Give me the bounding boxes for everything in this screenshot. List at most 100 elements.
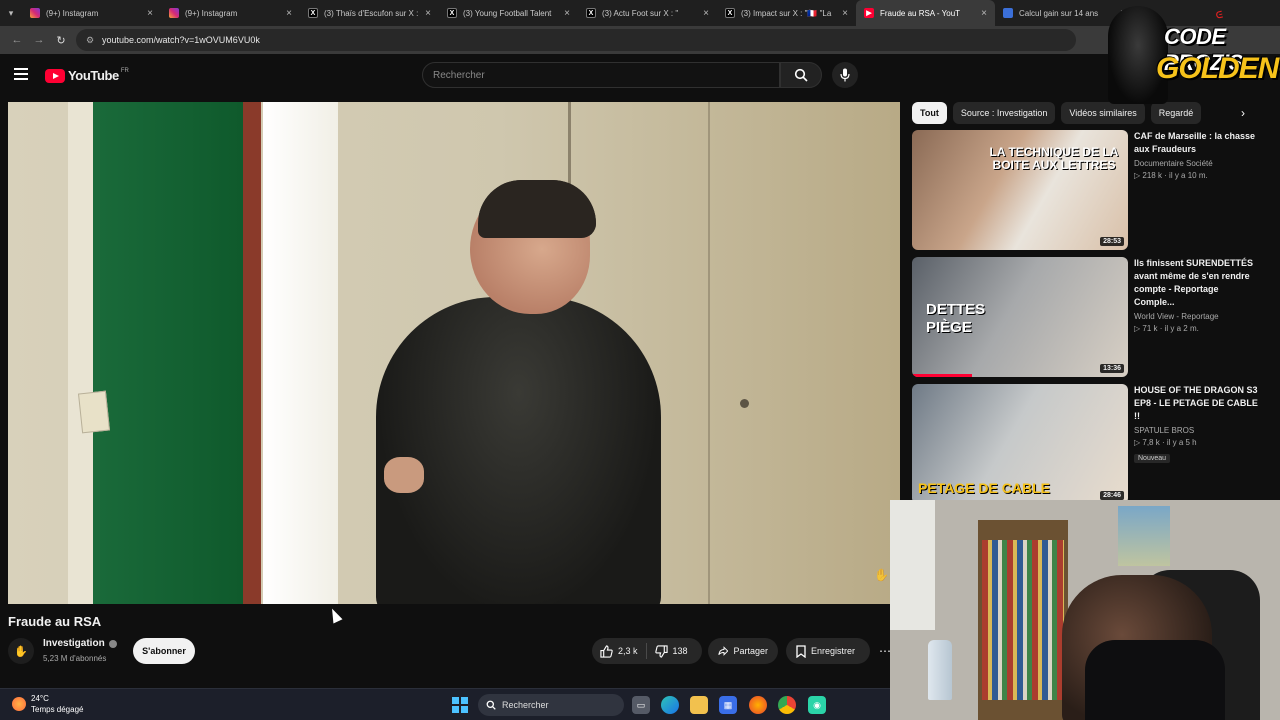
youtube-header: YouTube FR Rechercher	[0, 54, 1280, 98]
microphone-icon	[840, 68, 850, 82]
edge-icon[interactable]	[661, 696, 679, 714]
tab-title: (9+) Instagram	[46, 8, 99, 18]
tab-search-button[interactable]: ▾	[0, 0, 22, 26]
firefox-icon[interactable]	[749, 696, 767, 714]
url-text: youtube.com/watch?v=1wOVUM6VU0k	[102, 35, 260, 45]
browser-tab[interactable]: X (3) Young Football Talent ×	[439, 0, 578, 26]
like-dislike-group: 2,3 k 138	[592, 638, 702, 664]
address-bar: ← → ↻ ⚙ youtube.com/watch?v=1wOVUM6VU0k	[0, 26, 1280, 54]
browser-tab[interactable]: X (3) Impact sur X : "🇫🇷 "La ×	[717, 0, 856, 26]
filter-chips: Tout Source : Investigation Vidéos similai…	[912, 102, 1257, 124]
windows-start-icon[interactable]	[452, 697, 468, 713]
recommended-video[interactable]: DETTES PIÈGE 13:36 Ils finissent SURENDETT…	[912, 257, 1257, 377]
close-tab-icon[interactable]: ×	[981, 8, 987, 19]
thumbnail-text: PETAGE DE CABLE	[918, 480, 1050, 496]
search-icon	[794, 68, 808, 82]
like-count: 2,3 k	[618, 646, 638, 656]
channel-name[interactable]: Documentaire Société	[1134, 159, 1259, 168]
light-switch	[77, 390, 111, 434]
close-tab-icon[interactable]: ×	[703, 8, 709, 19]
search-button[interactable]	[780, 62, 822, 88]
recommended-video[interactable]: PETAGE DE CABLE 28:46 HOUSE OF THE DRAGON …	[912, 384, 1259, 504]
brand-overlay: CODE PROZIS GOLDENG ᕮ	[1108, 6, 1280, 104]
browser-tab-strip: ▾ (9+) Instagram × (9+) Instagram × X (3) Tha…	[0, 0, 1280, 26]
forward-button[interactable]: →	[28, 29, 50, 51]
close-tab-icon[interactable]: ×	[564, 8, 570, 19]
tab-title: (3) Impact sur X : "🇫🇷 "La	[741, 8, 832, 18]
app-icon[interactable]: ◉	[808, 696, 826, 714]
search-input[interactable]: Rechercher	[422, 62, 780, 88]
search-icon	[486, 700, 496, 710]
video-meta: Ils finissent SURENDETTÉS avant même de …	[1134, 257, 1259, 333]
channel-name-text: Investigation	[43, 638, 105, 649]
chips-next-icon[interactable]: ›	[1232, 102, 1254, 124]
tab-title: (3) Thaïs d'Escufon sur X :	[324, 8, 419, 18]
share-label: Partager	[733, 646, 768, 656]
weather-widget[interactable]: 24°C Temps dégagé	[12, 693, 83, 715]
channel-avatar[interactable]: ✋	[8, 638, 34, 664]
channel-name[interactable]: Investigation	[43, 638, 117, 649]
filter-chip[interactable]: Vidéos similaires	[1061, 102, 1145, 124]
like-button[interactable]: 2,3 k	[592, 638, 646, 664]
video-stats: ▷ 71 k · il y a 2 m.	[1134, 324, 1199, 333]
tab-title: Calcul gain sur 14 ans	[1019, 8, 1099, 18]
channel-name[interactable]: World View - Reportage	[1134, 312, 1259, 321]
filter-chip[interactable]: Source : Investigation	[952, 102, 1056, 124]
youtube-logo[interactable]: YouTube FR	[45, 68, 129, 83]
browser-tab[interactable]: X (3) Actu Foot sur X : " ×	[578, 0, 717, 26]
thumbnail-text: LA TECHNIQUE DE LA BOITE AUX LETTRES	[989, 145, 1119, 172]
taskbar-search-label: Rechercher	[502, 700, 549, 710]
channel-name[interactable]: SPATULE BROS	[1134, 426, 1259, 435]
reload-button[interactable]: ↻	[50, 29, 72, 51]
video-title[interactable]: CAF de Marseille : la chasse aux Fraudeu…	[1134, 130, 1259, 156]
share-icon	[718, 646, 729, 656]
video-thumbnail[interactable]: LA TECHNIQUE DE LA BOITE AUX LETTRES 28:5…	[912, 130, 1128, 250]
browser-tab[interactable]: (9+) Instagram ×	[22, 0, 161, 26]
url-field[interactable]: ⚙ youtube.com/watch?v=1wOVUM6VU0k	[76, 29, 1076, 51]
close-tab-icon[interactable]: ×	[425, 8, 431, 19]
thumbnail-text: DETTES PIÈGE	[926, 301, 986, 336]
close-tab-icon[interactable]: ×	[842, 8, 848, 19]
menu-icon[interactable]	[14, 68, 28, 80]
tab-title: (9+) Instagram	[185, 8, 238, 18]
tab-title: Fraude au RSA - YouT	[880, 8, 961, 18]
filter-chip[interactable]: Tout	[912, 102, 947, 124]
close-tab-icon[interactable]: ×	[286, 8, 292, 19]
store-icon[interactable]: ▦	[719, 696, 737, 714]
instagram-icon	[169, 8, 179, 18]
site-info-icon[interactable]: ⚙	[86, 35, 96, 45]
browser-tab[interactable]: (9+) Instagram ×	[161, 0, 300, 26]
taskbar-search[interactable]: Rechercher	[478, 694, 624, 716]
thumbs-down-icon	[654, 644, 668, 658]
voice-search-button[interactable]	[832, 62, 858, 88]
filter-chip[interactable]: Regardé	[1150, 102, 1202, 124]
video-duration: 28:53	[1100, 237, 1124, 246]
tab-title: (3) Young Football Talent	[463, 8, 552, 18]
browser-tab[interactable]: ▶ Fraude au RSA - YouT ×	[856, 0, 995, 26]
back-button[interactable]: ←	[6, 29, 28, 51]
verified-icon	[108, 639, 117, 648]
subscribe-button[interactable]: S'abonner	[133, 638, 195, 664]
file-explorer-icon[interactable]	[690, 696, 708, 714]
water-bottle	[928, 640, 952, 700]
chrome-icon[interactable]	[778, 696, 796, 714]
video-title[interactable]: Ils finissent SURENDETTÉS avant même de …	[1134, 257, 1259, 309]
youtube-wordmark: YouTube	[68, 68, 119, 83]
person-figure	[376, 297, 661, 604]
watch-progress-bar	[912, 374, 972, 377]
video-title: Fraude au RSA	[8, 614, 102, 629]
video-title[interactable]: HOUSE OF THE DRAGON S3 EP8 - LE PETAGE D…	[1134, 384, 1259, 423]
dislike-button[interactable]: 138	[647, 638, 696, 664]
browser-tab[interactable]: X (3) Thaïs d'Escufon sur X : ×	[300, 0, 439, 26]
task-view-icon[interactable]: ▭	[632, 696, 650, 714]
video-thumbnail[interactable]: PETAGE DE CABLE 28:46	[912, 384, 1128, 504]
weather-condition: Temps dégagé	[31, 705, 84, 714]
video-thumbnail[interactable]: DETTES PIÈGE 13:36	[912, 257, 1128, 377]
share-button[interactable]: Partager	[708, 638, 778, 664]
thumbs-up-icon	[600, 644, 613, 658]
video-player[interactable]: ✋	[8, 102, 900, 604]
subscriber-count: 5,23 M d'abonnés	[43, 654, 107, 663]
close-tab-icon[interactable]: ×	[147, 8, 153, 19]
recommended-video[interactable]: LA TECHNIQUE DE LA BOITE AUX LETTRES 28:5…	[912, 130, 1257, 250]
save-button[interactable]: Enregistrer	[786, 638, 870, 664]
